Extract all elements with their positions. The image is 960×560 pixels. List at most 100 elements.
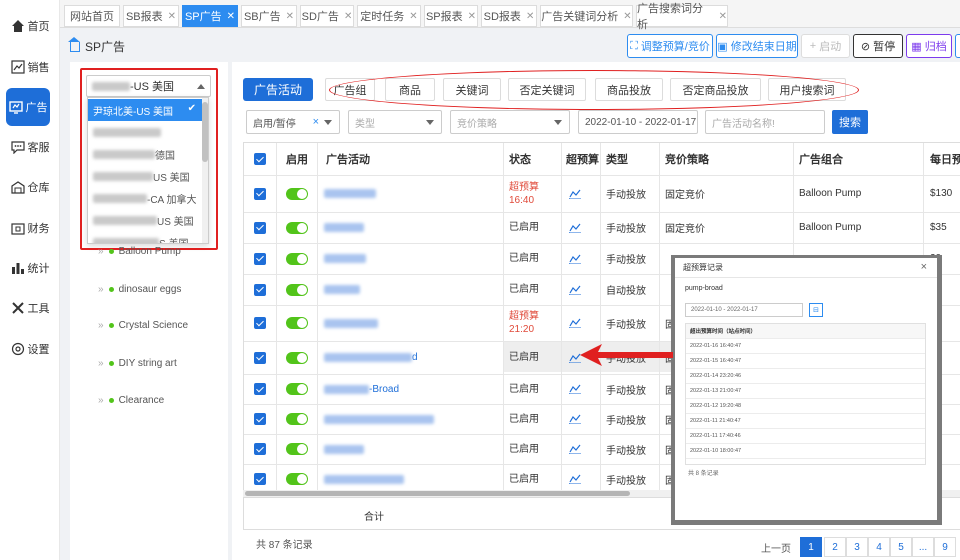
page-button[interactable]: 9 [934,537,956,557]
campaign-name-input[interactable]: 广告活动名称! [705,110,825,134]
modify-end-date-button[interactable]: ▣ 修改结束日期 [716,34,798,58]
date-range-input[interactable]: 2022-01-10 - 2022-01-17 [578,110,698,134]
trend-chart-icon[interactable] [569,189,581,199]
clear-icon[interactable]: × [313,116,319,128]
tab-home[interactable]: 网站首页 [64,5,120,27]
tree-item[interactable]: » dinosaur eggs [98,284,181,295]
nav-home[interactable]: 首页 [0,8,60,44]
close-icon[interactable]: ✕ [227,11,235,22]
nav-ads[interactable]: 广告 [6,88,50,126]
select-all-checkbox[interactable] [254,153,266,165]
row-checkbox[interactable] [254,187,266,200]
header-over-budget[interactable]: 超预算 [566,143,599,175]
enable-button[interactable]: + 启动 [801,34,850,58]
expand-icon[interactable]: » [98,320,104,331]
prev-page-button[interactable]: 上一页 [756,537,796,557]
modal-date-range[interactable]: 2022-01-10 - 2022-01-17 [685,303,803,317]
modal-calendar-button[interactable]: ⊟ [809,303,823,317]
trend-chart-icon[interactable] [569,384,581,394]
nav-stats[interactable]: 统计 [0,250,60,286]
enable-toggle[interactable] [286,221,308,234]
expand-icon[interactable]: » [98,358,104,369]
status-filter[interactable]: 启用/暂停 × [246,110,340,134]
header-portfolio[interactable]: 广告组合 [799,143,843,175]
tab-keyword-analysis[interactable]: 广告关键词分析 ✕ [540,5,633,27]
campaign-name-link[interactable] [324,473,404,485]
close-icon[interactable]: ✕ [719,11,727,22]
row-checkbox[interactable] [254,443,266,455]
close-icon[interactable]: ✕ [623,11,631,22]
tab-sp-report[interactable]: SP报表 ✕ [424,5,478,27]
enable-toggle[interactable] [286,413,308,425]
bid-strategy-filter[interactable]: 竞价策略 [450,110,570,134]
close-icon[interactable]: ✕ [286,11,294,22]
enable-toggle[interactable] [286,443,308,455]
type-filter[interactable]: 类型 [348,110,442,134]
pause-button[interactable]: ⊘ 暂停 [853,34,903,58]
nav-service[interactable]: 客服 [0,129,60,165]
trend-chart-icon[interactable] [569,254,581,264]
tree-item[interactable]: » Clearance [98,395,164,406]
row-checkbox[interactable] [254,221,266,234]
nav-settings[interactable]: 设置 [0,331,60,367]
tree-item[interactable]: » Crystal Science [98,320,188,331]
close-icon[interactable]: ✕ [168,11,176,22]
trend-chart-icon[interactable] [569,223,581,233]
enable-toggle[interactable] [286,187,308,200]
expand-icon[interactable]: » [98,284,104,295]
tab-sb-report[interactable]: SB报表 ✕ [123,5,179,27]
close-icon[interactable]: ✕ [468,11,476,22]
header-bid-strategy[interactable]: 竞价策略 [665,143,709,175]
trend-chart-icon[interactable] [569,285,581,295]
row-checkbox[interactable] [254,283,266,296]
trend-chart-icon[interactable] [569,318,581,328]
enable-toggle[interactable] [286,383,308,395]
search-button[interactable]: 搜索 [832,110,868,134]
row-checkbox[interactable] [254,351,266,364]
page-button[interactable]: 2 [824,537,846,557]
page-button[interactable]: 1 [800,537,822,557]
adjust-budget-button[interactable]: ⛶ 调整预算/竞价 [627,34,713,58]
close-icon[interactable]: ✕ [409,11,417,22]
campaign-name-link[interactable] [324,222,364,234]
campaign-name-link[interactable] [324,443,364,455]
header-type[interactable]: 类型 [606,143,628,175]
page-button[interactable]: 5 [890,537,912,557]
tab-sd-report[interactable]: SD报表 ✕ [481,5,537,27]
enable-toggle[interactable] [286,252,308,265]
tab-sp-ads[interactable]: SP广告 ✕ [182,5,238,27]
expand-icon[interactable]: » [98,395,104,406]
subtab-campaigns[interactable]: 广告活动 [243,78,313,101]
tree-item[interactable]: » Balloon Pump [98,246,181,257]
row-checkbox[interactable] [254,413,266,425]
close-icon[interactable]: ✕ [526,11,534,22]
row-checkbox[interactable] [254,252,266,265]
close-icon[interactable]: ✕ [344,11,352,22]
campaign-name-link[interactable] [324,317,378,329]
row-checkbox[interactable] [254,317,266,329]
more-button[interactable] [955,34,960,58]
campaign-name-link[interactable] [324,284,360,296]
campaign-name-link[interactable] [324,413,434,425]
enable-toggle[interactable] [286,351,308,364]
enable-toggle[interactable] [286,473,308,485]
header-campaign[interactable]: 广告活动 [326,143,370,175]
expand-icon[interactable]: » [98,246,104,257]
nav-sales[interactable]: 销售 [0,49,60,85]
trend-chart-icon[interactable] [569,444,581,454]
nav-finance[interactable]: 财务 [0,210,60,246]
row-checkbox[interactable] [254,473,266,485]
tab-sd-ads[interactable]: SD广告 ✕ [300,5,354,27]
tab-search-term-analysis[interactable]: 广告搜索词分析 ✕ [636,3,728,31]
archive-button[interactable]: ▦ 归档 [906,34,952,58]
nav-warehouse[interactable]: 仓库 [0,169,60,205]
campaign-name-link[interactable]: -Broad [324,383,399,395]
trend-chart-icon[interactable] [569,414,581,424]
tree-item[interactable]: » DIY string art [98,358,177,369]
nav-tools[interactable]: 工具 [0,290,60,326]
header-enabled[interactable]: 启用 [286,143,308,175]
enable-toggle[interactable] [286,317,308,329]
close-icon[interactable]: × [921,261,927,273]
header-daily-budget[interactable]: 每日预算 [930,143,960,175]
row-checkbox[interactable] [254,383,266,395]
